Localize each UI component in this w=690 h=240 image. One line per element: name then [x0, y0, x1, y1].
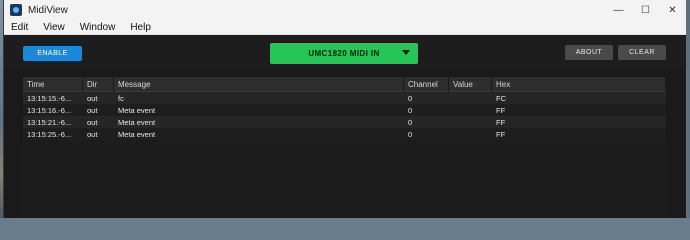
table-row[interactable]: 13:15:16.-6... out Meta event 0 FF — [23, 104, 666, 116]
menu-bar: Edit View Window Help — [4, 20, 686, 35]
chevron-down-icon — [402, 50, 410, 55]
column-header-time[interactable]: Time — [23, 77, 83, 92]
cell-hex: FC — [496, 93, 506, 103]
table-row[interactable]: 13:15:15.-6... out fc 0 FC — [23, 92, 666, 104]
maximize-button[interactable]: ☐ — [632, 0, 659, 20]
cell-hex: FF — [496, 105, 506, 115]
cell-time: 13:15:15.-6... — [27, 93, 72, 103]
cell-channel: 0 — [408, 117, 413, 127]
app-icon — [10, 4, 22, 16]
window-controls: — ☐ ✕ — [605, 0, 686, 20]
cell-dir: out — [87, 117, 98, 127]
column-header-dir[interactable]: Dir — [83, 77, 114, 92]
column-header-value[interactable]: Value — [449, 77, 492, 92]
close-button[interactable]: ✕ — [659, 0, 686, 20]
menu-help[interactable]: Help — [123, 22, 159, 33]
cell-dir: out — [87, 105, 98, 115]
cell-message: Meta event — [118, 129, 156, 139]
cell-time: 13:15:21.-6... — [27, 117, 72, 127]
title-bar[interactable]: MidiView — ☐ ✕ — [4, 0, 686, 20]
cell-time: 13:15:16.-6... — [27, 105, 72, 115]
cell-channel: 0 — [408, 129, 413, 139]
desktop-background-right — [686, 0, 690, 218]
column-header-channel[interactable]: Channel — [404, 77, 449, 92]
cell-message: Meta event — [118, 105, 156, 115]
cell-hex: FF — [496, 117, 506, 127]
midi-device-label: UMC1820 MIDI IN — [308, 49, 380, 58]
table-header: Time Dir Message Channel Value Hex — [23, 77, 666, 92]
table-row[interactable]: 13:15:21.-6... out Meta event 0 FF — [23, 116, 666, 128]
cell-channel: 0 — [408, 93, 413, 103]
cell-message: fc — [118, 93, 124, 103]
menu-edit[interactable]: Edit — [4, 22, 36, 33]
toolbar: ENABLE UMC1820 MIDI IN ABOUT CLEAR — [4, 35, 686, 69]
midi-device-select[interactable]: UMC1820 MIDI IN — [270, 43, 418, 64]
cell-hex: FF — [496, 129, 506, 139]
cell-channel: 0 — [408, 105, 413, 115]
column-header-message[interactable]: Message — [114, 77, 404, 92]
app-window: MidiView — ☐ ✕ Edit View Window Help ENA… — [3, 0, 686, 218]
about-button[interactable]: ABOUT — [565, 45, 613, 60]
cell-dir: out — [87, 129, 98, 139]
minimize-button[interactable]: — — [605, 0, 632, 20]
midi-message-table: Time Dir Message Channel Value Hex 13:15… — [23, 77, 666, 218]
column-header-hex[interactable]: Hex — [492, 77, 666, 92]
cell-message: Meta event — [118, 117, 156, 127]
clear-button[interactable]: CLEAR — [618, 45, 666, 60]
cell-dir: out — [87, 93, 98, 103]
cell-time: 13:15:25.-6... — [27, 129, 72, 139]
menu-view[interactable]: View — [36, 22, 73, 33]
table-body: 13:15:15.-6... out fc 0 FC 13:15:16.-6..… — [23, 92, 666, 140]
table-row[interactable]: 13:15:25.-6... out Meta event 0 FF — [23, 128, 666, 140]
enable-button[interactable]: ENABLE — [23, 46, 82, 61]
menu-window[interactable]: Window — [73, 22, 124, 33]
window-title: MidiView — [28, 4, 68, 16]
